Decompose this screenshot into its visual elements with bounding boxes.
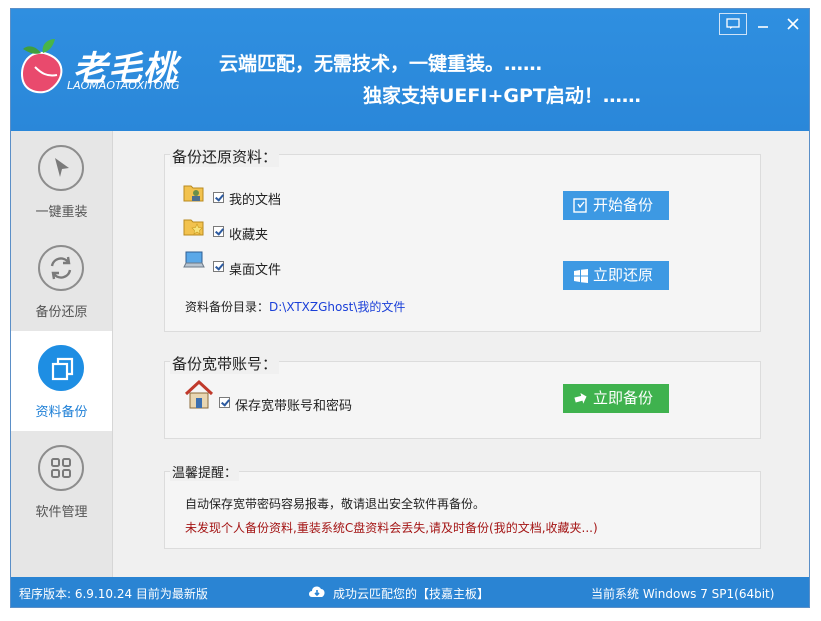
tip-line-2: 未发现个人备份资料,重装系统C盘资料会丢失,请及时备份(我的文档,收藏夹...) bbox=[185, 521, 598, 535]
desktop-icon bbox=[183, 251, 205, 268]
tip-line-1: 自动保存宽带密码容易报毒，敬请退出安全软件再备份。 bbox=[185, 497, 486, 511]
sidebar-item-backup-restore[interactable]: 备份还原 bbox=[11, 231, 112, 331]
house-icon bbox=[184, 379, 214, 409]
cursor-icon bbox=[38, 145, 84, 191]
cloud-download-icon bbox=[309, 586, 325, 597]
tips-title: 温馨提醒： bbox=[170, 462, 240, 481]
slogan-line-2: 独家支持UEFI+GPT启动！…… bbox=[363, 85, 641, 107]
backup-now-label: 立即备份 bbox=[593, 389, 654, 407]
favorites-label: 收藏夹 bbox=[229, 228, 269, 243]
desktop-files-checkbox[interactable] bbox=[213, 261, 224, 272]
backup-directory-label: 资料备份目录： bbox=[185, 300, 270, 314]
sidebar-item-software[interactable]: 软件管理 bbox=[11, 431, 112, 531]
documents-folder-icon bbox=[183, 185, 204, 202]
broadband-group-title: 备份宽带账号： bbox=[170, 353, 280, 374]
sidebar-item-label: 一键重装 bbox=[35, 205, 88, 220]
sidebar: 一键重装 备份还原 资料备份 软件管理 bbox=[11, 131, 113, 577]
start-backup-label: 开始备份 bbox=[593, 196, 654, 214]
save-broadband-label: 保存宽带账号和密码 bbox=[235, 399, 353, 414]
peach-logo-icon bbox=[21, 39, 63, 94]
favorites-checkbox[interactable] bbox=[213, 226, 224, 237]
slogan-line-1: 云端匹配，无需技术，一键重装。…… bbox=[219, 53, 543, 75]
message-icon[interactable] bbox=[719, 13, 747, 35]
close-icon[interactable] bbox=[779, 13, 807, 35]
backup-group-title: 备份还原资料： bbox=[170, 146, 280, 167]
desktop-files-label: 桌面文件 bbox=[229, 263, 282, 278]
backup-directory: 资料备份目录：D:\XTXZGhost\我的文件 bbox=[185, 298, 405, 315]
favorites-folder-icon bbox=[183, 219, 204, 236]
backup-icon bbox=[573, 198, 587, 213]
start-backup-button[interactable]: 开始备份 bbox=[563, 191, 669, 220]
system-info-text: 当前系统 Windows 7 SP1(64bit) bbox=[591, 587, 775, 601]
backup-directory-value[interactable]: D:\XTXZGhost\我的文件 bbox=[269, 300, 405, 314]
backup-now-button[interactable]: 立即备份 bbox=[563, 384, 669, 413]
my-documents-checkbox[interactable] bbox=[213, 192, 224, 203]
status-bar: 程序版本: 6.9.10.24 目前为最新版 成功云匹配您的【技嘉主板】 当前系… bbox=[11, 577, 809, 607]
sidebar-item-label: 软件管理 bbox=[35, 505, 88, 520]
restore-label: 立即还原 bbox=[593, 266, 654, 284]
sidebar-item-reinstall[interactable]: 一键重装 bbox=[11, 131, 112, 231]
copy-icon bbox=[38, 345, 84, 391]
restore-button[interactable]: 立即还原 bbox=[563, 261, 669, 290]
save-broadband-checkbox[interactable] bbox=[219, 397, 230, 408]
grid-icon bbox=[38, 445, 84, 491]
windows-icon bbox=[574, 269, 588, 283]
cloud-match-text: 成功云匹配您的【技嘉主板】 bbox=[333, 587, 490, 601]
app-window: 老毛桃 LAOMAOTAOXITONG 云端匹配，无需技术，一键重装。…… 独家… bbox=[10, 8, 810, 608]
minimize-icon[interactable] bbox=[749, 13, 777, 35]
sidebar-item-label: 备份还原 bbox=[35, 305, 88, 320]
arrow-right-icon bbox=[574, 392, 587, 404]
sidebar-item-data-backup[interactable]: 资料备份 bbox=[11, 331, 112, 431]
sidebar-item-label: 资料备份 bbox=[35, 405, 88, 420]
header: 老毛桃 LAOMAOTAOXITONG 云端匹配，无需技术，一键重装。…… 独家… bbox=[11, 9, 809, 131]
refresh-icon bbox=[38, 245, 84, 291]
version-text: 程序版本: 6.9.10.24 目前为最新版 bbox=[19, 587, 208, 601]
my-documents-label: 我的文档 bbox=[229, 193, 282, 208]
app-subtitle: LAOMAOTAOXITONG bbox=[67, 79, 180, 92]
